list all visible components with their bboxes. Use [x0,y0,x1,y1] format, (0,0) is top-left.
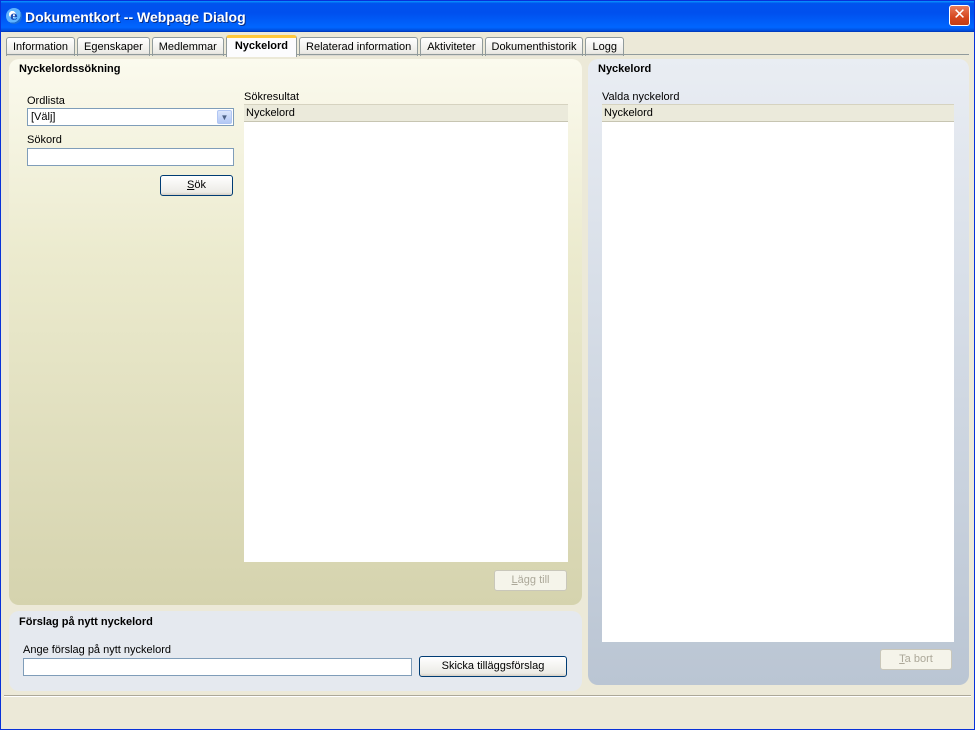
add-keyword-button[interactable]: Lägg till [494,570,567,591]
keywords-title: Nyckelord [598,63,652,75]
keyword-search-panel: Nyckelordssökning Ordlista [Välj] ▼ Söko… [9,59,582,605]
dialog-client: Information Egenskaper Medlemmar Nyckelo… [4,33,971,727]
suggest-input-label: Ange förslag på nytt nyckelord [23,644,171,656]
status-bar [4,695,971,727]
searchword-label: Sökord [27,134,62,146]
window-title: Dokumentkort -- Webpage Dialog [25,9,246,25]
tab-nyckelord[interactable]: Nyckelord [225,35,298,57]
selected-keywords-list[interactable]: Nyckelord [602,104,954,642]
suggest-keyword-input[interactable] [23,658,412,676]
remove-keyword-button[interactable]: Ta bort [880,649,952,670]
suggest-keyword-title: Förslag på nytt nyckelord [19,616,153,628]
search-button[interactable]: Sök [160,175,233,196]
close-icon: ✕ [953,6,966,23]
wordlist-label: Ordlista [27,95,65,107]
chevron-down-icon[interactable]: ▼ [217,110,232,124]
selected-keywords-panel: Nyckelord Valda nyckelord Nyckelord Ta b… [588,59,969,685]
dialog-window: e Dokumentkort -- Webpage Dialog ✕ Infor… [0,0,975,730]
results-label: Sökresultat [244,91,300,103]
wordlist-select[interactable]: [Välj] ▼ [27,108,234,126]
title-bar[interactable]: e Dokumentkort -- Webpage Dialog ✕ [1,1,974,32]
wordlist-selected-value: [Välj] [31,111,56,123]
keywords-column-header[interactable]: Nyckelord [602,104,954,122]
results-column-header[interactable]: Nyckelord [244,104,568,122]
keyword-search-title: Nyckelordssökning [19,63,121,75]
suggest-keyword-panel: Förslag på nytt nyckelord Ange förslag p… [9,611,582,691]
close-button[interactable]: ✕ [949,5,970,26]
tab-strip: Information Egenskaper Medlemmar Nyckelo… [6,35,626,57]
ie-icon: e [6,8,22,24]
search-results-list[interactable]: Nyckelord [244,104,568,562]
selected-keywords-label: Valda nyckelord [602,91,680,103]
searchword-input[interactable] [27,148,234,166]
send-suggestion-button[interactable]: Skicka tilläggsförslag [419,656,567,677]
tab-divider [6,54,969,55]
